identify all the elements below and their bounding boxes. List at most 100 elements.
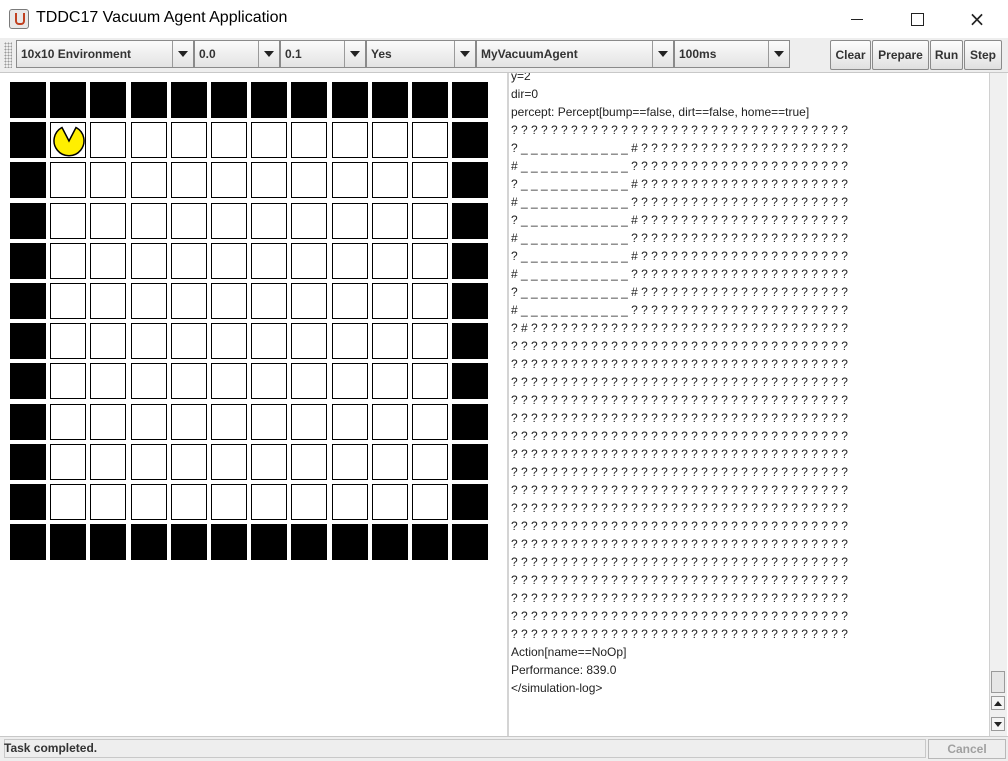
yes-value: Yes xyxy=(371,47,392,61)
floor-cell xyxy=(211,323,247,359)
chevron-down-icon[interactable] xyxy=(652,41,673,67)
log-line: ? ? ? ? ? ? ? ? ? ? ? ? ? ? ? ? ? ? ? ? … xyxy=(511,447,848,461)
chevron-down-icon[interactable] xyxy=(344,41,365,67)
log-line: Performance: 839.0 xyxy=(511,663,617,677)
random-select[interactable]: 0.1 xyxy=(280,40,366,68)
environment-select[interactable]: 10x10 Environment xyxy=(16,40,194,68)
log-line: ? _ _ _ _ _ _ _ _ _ _ _ # ? ? ? ? ? ? ? … xyxy=(511,177,848,191)
log-line: ? _ _ _ _ _ _ _ _ _ _ _ # ? ? ? ? ? ? ? … xyxy=(511,213,848,227)
prepare-button[interactable]: Prepare xyxy=(872,40,929,70)
floor-cell xyxy=(90,203,126,239)
floor-cell xyxy=(50,203,86,239)
floor-cell xyxy=(251,484,287,520)
log-line: ? ? ? ? ? ? ? ? ? ? ? ? ? ? ? ? ? ? ? ? … xyxy=(511,123,848,137)
status-message: Task completed. xyxy=(4,741,98,755)
wall-cell xyxy=(10,162,46,198)
dirt-probability-select[interactable]: 0.0 xyxy=(194,40,280,68)
cancel-button: Cancel xyxy=(928,739,1006,759)
floor-cell xyxy=(131,283,167,319)
scrollbar-thumb[interactable] xyxy=(991,671,1005,693)
toolbar-grip[interactable] xyxy=(4,42,12,68)
log-line: ? ? ? ? ? ? ? ? ? ? ? ? ? ? ? ? ? ? ? ? … xyxy=(511,501,848,515)
delay-value: 100ms xyxy=(679,47,717,61)
minimize-icon[interactable] xyxy=(834,0,880,38)
floor-cell xyxy=(412,283,448,319)
floor-cell xyxy=(171,363,207,399)
wall-cell xyxy=(10,404,46,440)
chevron-down-icon[interactable] xyxy=(258,41,279,67)
simulation-log[interactable]: y=2 dir=0 percept: Percept[bump==false, di… xyxy=(509,73,989,736)
wall-cell xyxy=(412,524,448,560)
log-line: ? _ _ _ _ _ _ _ _ _ _ _ # ? ? ? ? ? ? ? … xyxy=(511,249,848,263)
log-line: ? ? ? ? ? ? ? ? ? ? ? ? ? ? ? ? ? ? ? ? … xyxy=(511,555,848,569)
floor-cell xyxy=(291,203,327,239)
floor-cell xyxy=(332,323,368,359)
log-line: ? ? ? ? ? ? ? ? ? ? ? ? ? ? ? ? ? ? ? ? … xyxy=(511,573,848,587)
floor-cell xyxy=(332,243,368,279)
chevron-down-icon[interactable] xyxy=(768,41,789,67)
log-line: # _ _ _ _ _ _ _ _ _ _ _ ? ? ? ? ? ? ? ? … xyxy=(511,195,848,209)
floor-cell xyxy=(171,323,207,359)
floor-cell xyxy=(291,444,327,480)
wall-cell xyxy=(211,82,247,118)
maximize-icon[interactable] xyxy=(894,0,940,38)
floor-cell xyxy=(171,122,207,158)
wall-cell xyxy=(452,162,488,198)
log-vertical-scrollbar[interactable] xyxy=(989,73,1007,736)
floor-cell xyxy=(90,404,126,440)
yes-select[interactable]: Yes xyxy=(366,40,476,68)
close-icon[interactable]: × xyxy=(954,0,1000,38)
wall-cell xyxy=(452,243,488,279)
delay-select[interactable]: 100ms xyxy=(674,40,790,68)
floor-cell xyxy=(372,323,408,359)
chevron-down-icon[interactable] xyxy=(172,41,193,67)
floor-cell xyxy=(251,444,287,480)
wall-cell xyxy=(452,524,488,560)
wall-cell xyxy=(452,283,488,319)
wall-cell xyxy=(452,122,488,158)
chevron-down-icon[interactable] xyxy=(454,41,475,67)
floor-cell xyxy=(291,162,327,198)
wall-cell xyxy=(50,524,86,560)
wall-cell xyxy=(131,82,167,118)
scroll-up-icon[interactable] xyxy=(991,696,1005,710)
floor-cell xyxy=(251,243,287,279)
toolbar: 10x10 Environment 0.0 0.1 Yes MyVacuumAg… xyxy=(0,38,1008,73)
scroll-down-icon[interactable] xyxy=(991,717,1005,731)
floor-cell xyxy=(291,122,327,158)
agent-value: MyVacuumAgent xyxy=(481,47,578,61)
step-button[interactable]: Step xyxy=(964,40,1002,70)
floor-cell xyxy=(372,203,408,239)
floor-cell xyxy=(291,484,327,520)
floor-cell xyxy=(412,162,448,198)
log-line: ? ? ? ? ? ? ? ? ? ? ? ? ? ? ? ? ? ? ? ? … xyxy=(511,483,848,497)
floor-cell xyxy=(90,243,126,279)
wall-cell xyxy=(452,323,488,359)
floor-cell xyxy=(131,203,167,239)
floor-cell xyxy=(50,243,86,279)
log-line: Action[name==NoOp] xyxy=(511,645,627,659)
wall-cell xyxy=(412,82,448,118)
floor-cell xyxy=(412,404,448,440)
run-button[interactable]: Run xyxy=(930,40,963,70)
wall-cell xyxy=(90,524,126,560)
log-line: dir=0 xyxy=(511,87,539,101)
floor-cell xyxy=(211,283,247,319)
floor-cell xyxy=(412,444,448,480)
floor-cell xyxy=(291,323,327,359)
floor-cell xyxy=(50,404,86,440)
floor-cell xyxy=(251,404,287,440)
floor-cell xyxy=(50,363,86,399)
floor-cell xyxy=(50,323,86,359)
floor-cell xyxy=(332,444,368,480)
floor-cell xyxy=(332,404,368,440)
wall-cell xyxy=(452,484,488,520)
floor-cell xyxy=(332,162,368,198)
floor-cell xyxy=(251,162,287,198)
floor-cell xyxy=(90,444,126,480)
agent-select[interactable]: MyVacuumAgent xyxy=(476,40,674,68)
wall-cell xyxy=(10,323,46,359)
wall-cell xyxy=(211,524,247,560)
clear-button[interactable]: Clear xyxy=(830,40,871,70)
floor-cell xyxy=(90,484,126,520)
